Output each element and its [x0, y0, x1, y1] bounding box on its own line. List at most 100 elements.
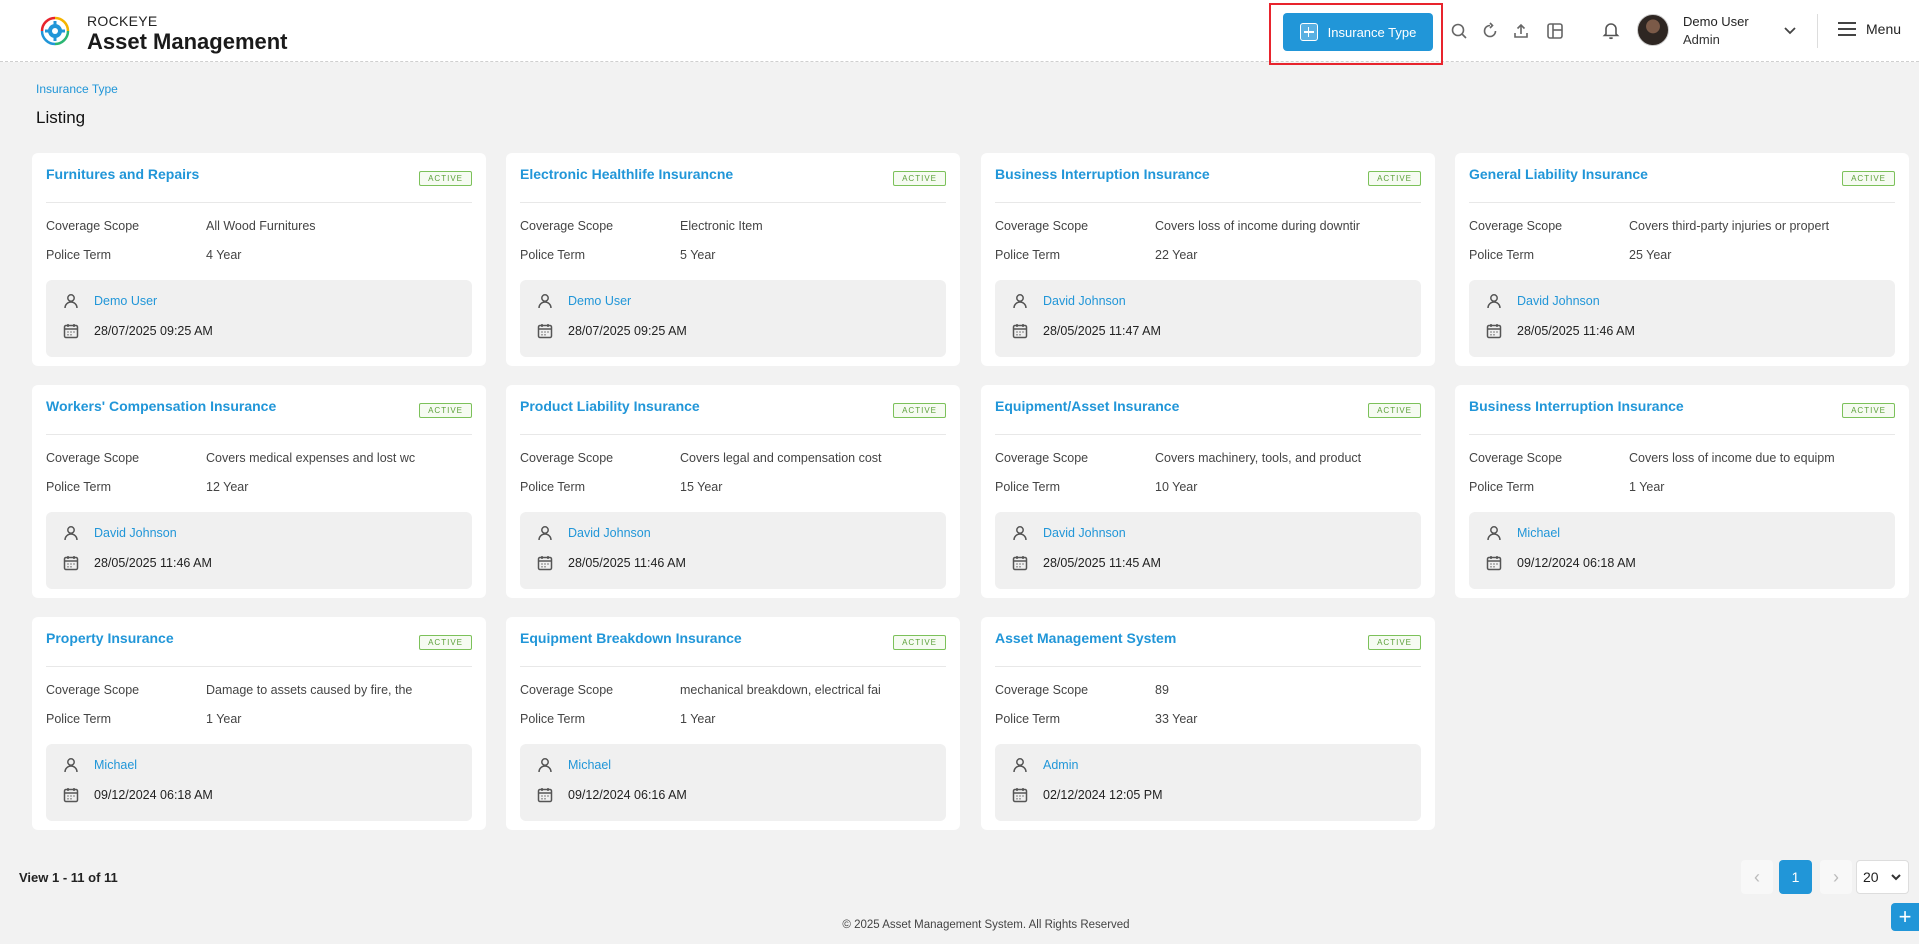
card-divider	[520, 202, 946, 203]
card-title[interactable]: Business Interruption Insurance	[1469, 398, 1684, 414]
insurance-card[interactable]: Equipment/Asset Insurance ACTIVE Coverage …	[981, 385, 1435, 598]
created-by-link[interactable]: David Johnson	[568, 526, 651, 540]
card-title[interactable]: Product Liability Insurance	[520, 398, 700, 414]
coverage-value: Covers loss of income due to equipm	[1629, 451, 1835, 465]
calendar-icon	[1011, 786, 1029, 804]
created-by-link[interactable]: Demo User	[568, 294, 631, 308]
status-badge: ACTIVE	[419, 635, 472, 650]
layout-icon[interactable]	[1546, 22, 1564, 40]
breadcrumb[interactable]: Insurance Type	[36, 82, 118, 96]
search-icon[interactable]	[1450, 22, 1468, 40]
card-title[interactable]: Property Insurance	[46, 630, 174, 646]
term-label: Police Term	[1469, 248, 1535, 262]
menu-button[interactable]: Menu	[1838, 21, 1901, 37]
created-by-link[interactable]: Michael	[1517, 526, 1560, 540]
card-meta: Michael 09/12/2024 06:18 AM	[46, 744, 472, 821]
upload-icon[interactable]	[1512, 22, 1530, 40]
page-size-select[interactable]: 20	[1856, 860, 1909, 894]
status-badge: ACTIVE	[419, 171, 472, 186]
add-insurance-type-button[interactable]: Insurance Type	[1283, 13, 1433, 51]
brand-subtitle: ROCKEYE	[87, 13, 158, 29]
card-title[interactable]: Equipment/Asset Insurance	[995, 398, 1179, 414]
insurance-card[interactable]: Furnitures and Repairs ACTIVE Coverage Sco…	[32, 153, 486, 366]
created-date: 28/05/2025 11:46 AM	[568, 556, 686, 570]
term-label: Police Term	[995, 480, 1061, 494]
user-icon	[1011, 756, 1029, 774]
card-meta: David Johnson 28/05/2025 11:45 AM	[995, 512, 1421, 589]
created-date: 09/12/2024 06:16 AM	[568, 788, 687, 802]
user-icon	[62, 756, 80, 774]
card-meta: David Johnson 28/05/2025 11:47 AM	[995, 280, 1421, 357]
card-title[interactable]: Furnitures and Repairs	[46, 166, 199, 182]
avatar[interactable]	[1637, 14, 1669, 46]
created-by-link[interactable]: David Johnson	[1043, 294, 1126, 308]
bell-icon[interactable]	[1601, 20, 1621, 40]
created-date: 09/12/2024 06:18 AM	[1517, 556, 1636, 570]
card-title[interactable]: Business Interruption Insurance	[995, 166, 1210, 182]
gear-logo-icon[interactable]	[36, 13, 74, 49]
coverage-label: Coverage Scope	[1469, 451, 1563, 465]
header-divider	[1817, 14, 1818, 48]
card-divider	[46, 202, 472, 203]
view-count: View 1 - 11 of 11	[19, 870, 118, 885]
term-label: Police Term	[520, 480, 586, 494]
term-value: 5 Year	[680, 248, 716, 262]
created-date: 28/05/2025 11:45 AM	[1043, 556, 1161, 570]
user-icon	[62, 524, 80, 542]
card-divider	[995, 666, 1421, 667]
insurance-card[interactable]: Electronic Healthlife Insurancne ACTIVE Co…	[506, 153, 960, 366]
insurance-card[interactable]: Equipment Breakdown Insurance ACTIVE Cover…	[506, 617, 960, 830]
created-by-link[interactable]: Michael	[568, 758, 611, 772]
insurance-card[interactable]: Business Interruption Insurance ACTIVE Cov…	[1455, 385, 1909, 598]
calendar-icon	[62, 554, 80, 572]
created-by-link[interactable]: David Johnson	[1043, 526, 1126, 540]
coverage-value: All Wood Furnitures	[206, 219, 316, 233]
created-by-link[interactable]: Michael	[94, 758, 137, 772]
insurance-card[interactable]: Product Liability Insurance ACTIVE Coverag…	[506, 385, 960, 598]
card-title[interactable]: General Liability Insurance	[1469, 166, 1648, 182]
insurance-card[interactable]: Property Insurance ACTIVE Coverage Scope Da…	[32, 617, 486, 830]
card-title[interactable]: Equipment Breakdown Insurance	[520, 630, 742, 646]
plus-icon	[1299, 23, 1318, 41]
created-date: 02/12/2024 12:05 PM	[1043, 788, 1163, 802]
card-divider	[520, 666, 946, 667]
card-meta: David Johnson 28/05/2025 11:46 AM	[46, 512, 472, 589]
pagination-next-button[interactable]: ›	[1820, 860, 1852, 894]
card-meta: David Johnson 28/05/2025 11:46 AM	[1469, 280, 1895, 357]
created-by-link[interactable]: David Johnson	[1517, 294, 1600, 308]
user-name: Demo User	[1683, 14, 1749, 29]
user-role: Admin	[1683, 32, 1720, 47]
card-divider	[995, 434, 1421, 435]
term-value: 10 Year	[1155, 480, 1198, 494]
insurance-card[interactable]: Business Interruption Insurance ACTIVE Cov…	[981, 153, 1435, 366]
created-by-link[interactable]: David Johnson	[94, 526, 177, 540]
card-title[interactable]: Workers' Compensation Insurance	[46, 398, 276, 414]
term-value: 22 Year	[1155, 248, 1198, 262]
card-title[interactable]: Electronic Healthlife Insurancne	[520, 166, 733, 182]
chevron-down-icon	[1891, 874, 1901, 881]
term-value: 25 Year	[1629, 248, 1672, 262]
calendar-icon	[1011, 322, 1029, 340]
floating-add-button[interactable]: +	[1891, 903, 1919, 931]
coverage-label: Coverage Scope	[46, 451, 140, 465]
status-badge: ACTIVE	[1368, 403, 1421, 418]
insurance-card[interactable]: Asset Management System ACTIVE Coverage Sc…	[981, 617, 1435, 830]
term-label: Police Term	[46, 480, 112, 494]
pagination-page-1[interactable]: 1	[1779, 860, 1812, 894]
term-value: 1 Year	[680, 712, 716, 726]
card-meta: Demo User 28/07/2025 09:25 AM	[46, 280, 472, 357]
user-icon	[1011, 292, 1029, 310]
insurance-card[interactable]: Workers' Compensation Insurance ACTIVE Cov…	[32, 385, 486, 598]
created-by-link[interactable]: Demo User	[94, 294, 157, 308]
card-title[interactable]: Asset Management System	[995, 630, 1176, 646]
term-label: Police Term	[995, 712, 1061, 726]
term-label: Police Term	[46, 712, 112, 726]
status-badge: ACTIVE	[893, 403, 946, 418]
refresh-icon[interactable]	[1481, 22, 1499, 40]
created-by-link[interactable]: Admin	[1043, 758, 1078, 772]
user-icon	[536, 292, 554, 310]
created-date: 28/07/2025 09:25 AM	[94, 324, 213, 338]
pagination-prev-button[interactable]: ‹	[1741, 860, 1773, 894]
insurance-card[interactable]: General Liability Insurance ACTIVE Coverag…	[1455, 153, 1909, 366]
chevron-down-icon[interactable]	[1782, 22, 1798, 38]
